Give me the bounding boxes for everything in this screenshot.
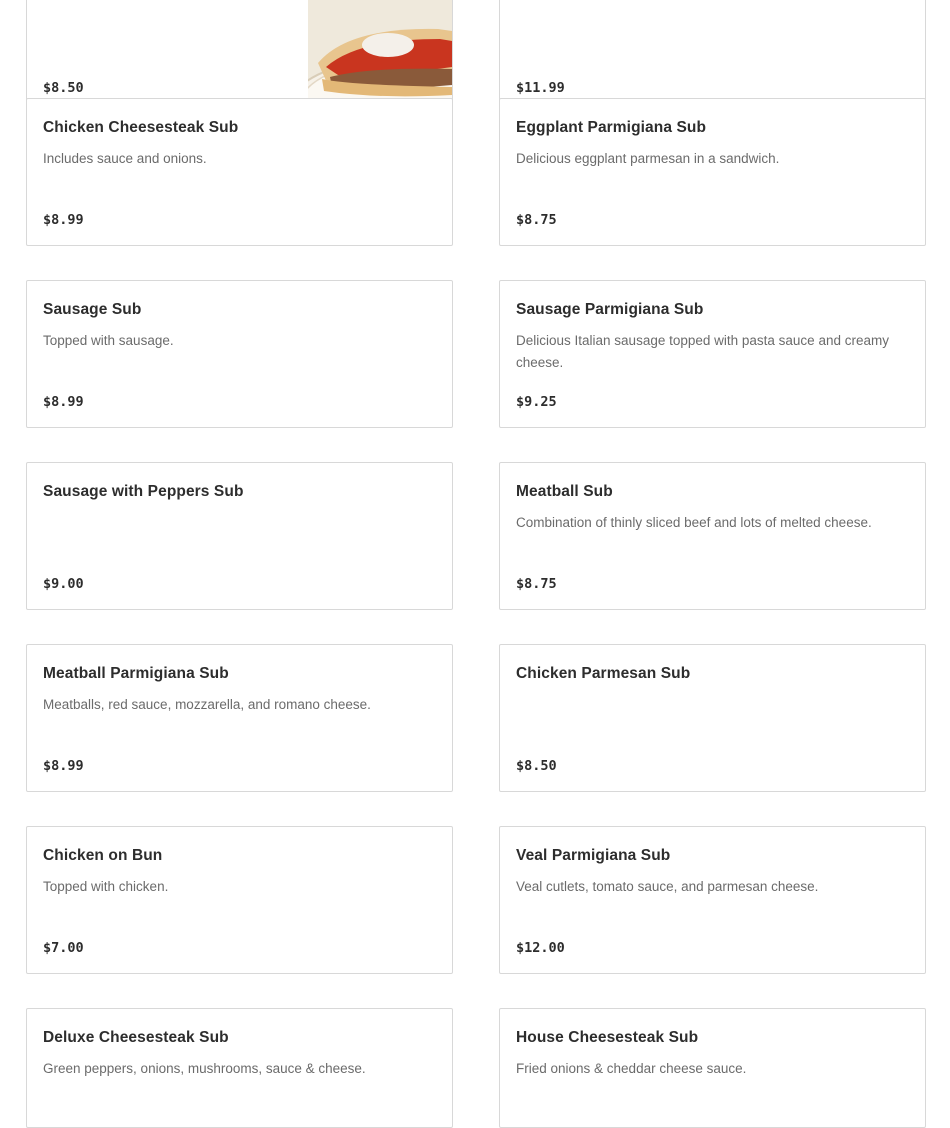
- menu-item-price: $8.99: [43, 212, 84, 228]
- menu-item-card[interactable]: $8.50: [26, 0, 453, 114]
- menu-item-price: $8.50: [516, 758, 557, 774]
- menu-item-name: Meatball Parmigiana Sub: [43, 665, 229, 682]
- menu-item-price: $8.50: [43, 80, 84, 96]
- menu-item-card[interactable]: Chicken Cheesesteak Sub Includes sauce a…: [26, 98, 453, 246]
- menu-item-card[interactable]: House Cheesesteak Sub Fried onions & che…: [499, 1008, 926, 1128]
- menu-item-card[interactable]: Sausage Sub Topped with sausage. $8.99: [26, 280, 453, 428]
- menu-item-price: $12.00: [516, 940, 565, 956]
- menu-item-name: Sausage Sub: [43, 301, 142, 318]
- menu-item-price: $8.75: [516, 576, 557, 592]
- menu-item-name: Sausage Parmigiana Sub: [516, 301, 704, 318]
- menu-item-description: Fried onions & cheddar cheese sauce.: [516, 1061, 747, 1076]
- menu-item-price: $8.99: [43, 394, 84, 410]
- menu-item-price: $11.99: [516, 80, 565, 96]
- menu-item-name: Chicken on Bun: [43, 847, 163, 864]
- menu-item-name: Meatball Sub: [516, 483, 613, 500]
- menu-item-name: House Cheesesteak Sub: [516, 1029, 699, 1046]
- menu-item-card[interactable]: Deluxe Cheesesteak Sub Green peppers, on…: [26, 1008, 453, 1128]
- menu-item-card[interactable]: Veal Parmigiana Sub Veal cutlets, tomato…: [499, 826, 926, 974]
- menu-item-name: Chicken Parmesan Sub: [516, 665, 691, 682]
- menu-item-card[interactable]: Eggplant Parmigiana Sub Delicious eggpla…: [499, 98, 926, 246]
- menu-item-description: Veal cutlets, tomato sauce, and parmesan…: [516, 879, 819, 894]
- menu-item-description: Includes sauce and onions.: [43, 151, 207, 166]
- menu-item-price: $7.00: [43, 940, 84, 956]
- menu-item-description: Delicious Italian sausage topped with pa…: [516, 333, 889, 370]
- menu-item-card[interactable]: Sausage with Peppers Sub $9.00: [26, 462, 453, 610]
- menu-item-card[interactable]: Meatball Parmigiana Sub Meatballs, red s…: [26, 644, 453, 792]
- menu-item-description: Meatballs, red sauce, mozzarella, and ro…: [43, 697, 371, 712]
- menu-item-card[interactable]: Meatball Sub Combination of thinly slice…: [499, 462, 926, 610]
- menu-item-description: Topped with chicken.: [43, 879, 169, 894]
- menu-item-price: $8.75: [516, 212, 557, 228]
- menu-item-photo: [308, 0, 452, 113]
- menu-item-price: $8.99: [43, 758, 84, 774]
- menu-item-description: Green peppers, onions, mushrooms, sauce …: [43, 1061, 366, 1076]
- menu-item-name: Chicken Cheesesteak Sub: [43, 119, 239, 136]
- menu-item-description: Combination of thinly sliced beef and lo…: [516, 515, 872, 530]
- menu-item-name: Sausage with Peppers Sub: [43, 483, 244, 500]
- menu-item-name: Deluxe Cheesesteak Sub: [43, 1029, 229, 1046]
- menu-item-description: Topped with sausage.: [43, 333, 174, 348]
- menu-item-name: Veal Parmigiana Sub: [516, 847, 671, 864]
- menu-item-card[interactable]: $11.99: [499, 0, 926, 114]
- menu-item-description: Delicious eggplant parmesan in a sandwic…: [516, 151, 780, 166]
- menu-item-name: Eggplant Parmigiana Sub: [516, 119, 707, 136]
- menu-item-price: $9.00: [43, 576, 84, 592]
- menu-item-card[interactable]: Sausage Parmigiana Sub Delicious Italian…: [499, 280, 926, 428]
- menu-item-card[interactable]: Chicken on Bun Topped with chicken. $7.0…: [26, 826, 453, 974]
- menu-item-price: $9.25: [516, 394, 557, 410]
- menu-item-card[interactable]: Chicken Parmesan Sub $8.50: [499, 644, 926, 792]
